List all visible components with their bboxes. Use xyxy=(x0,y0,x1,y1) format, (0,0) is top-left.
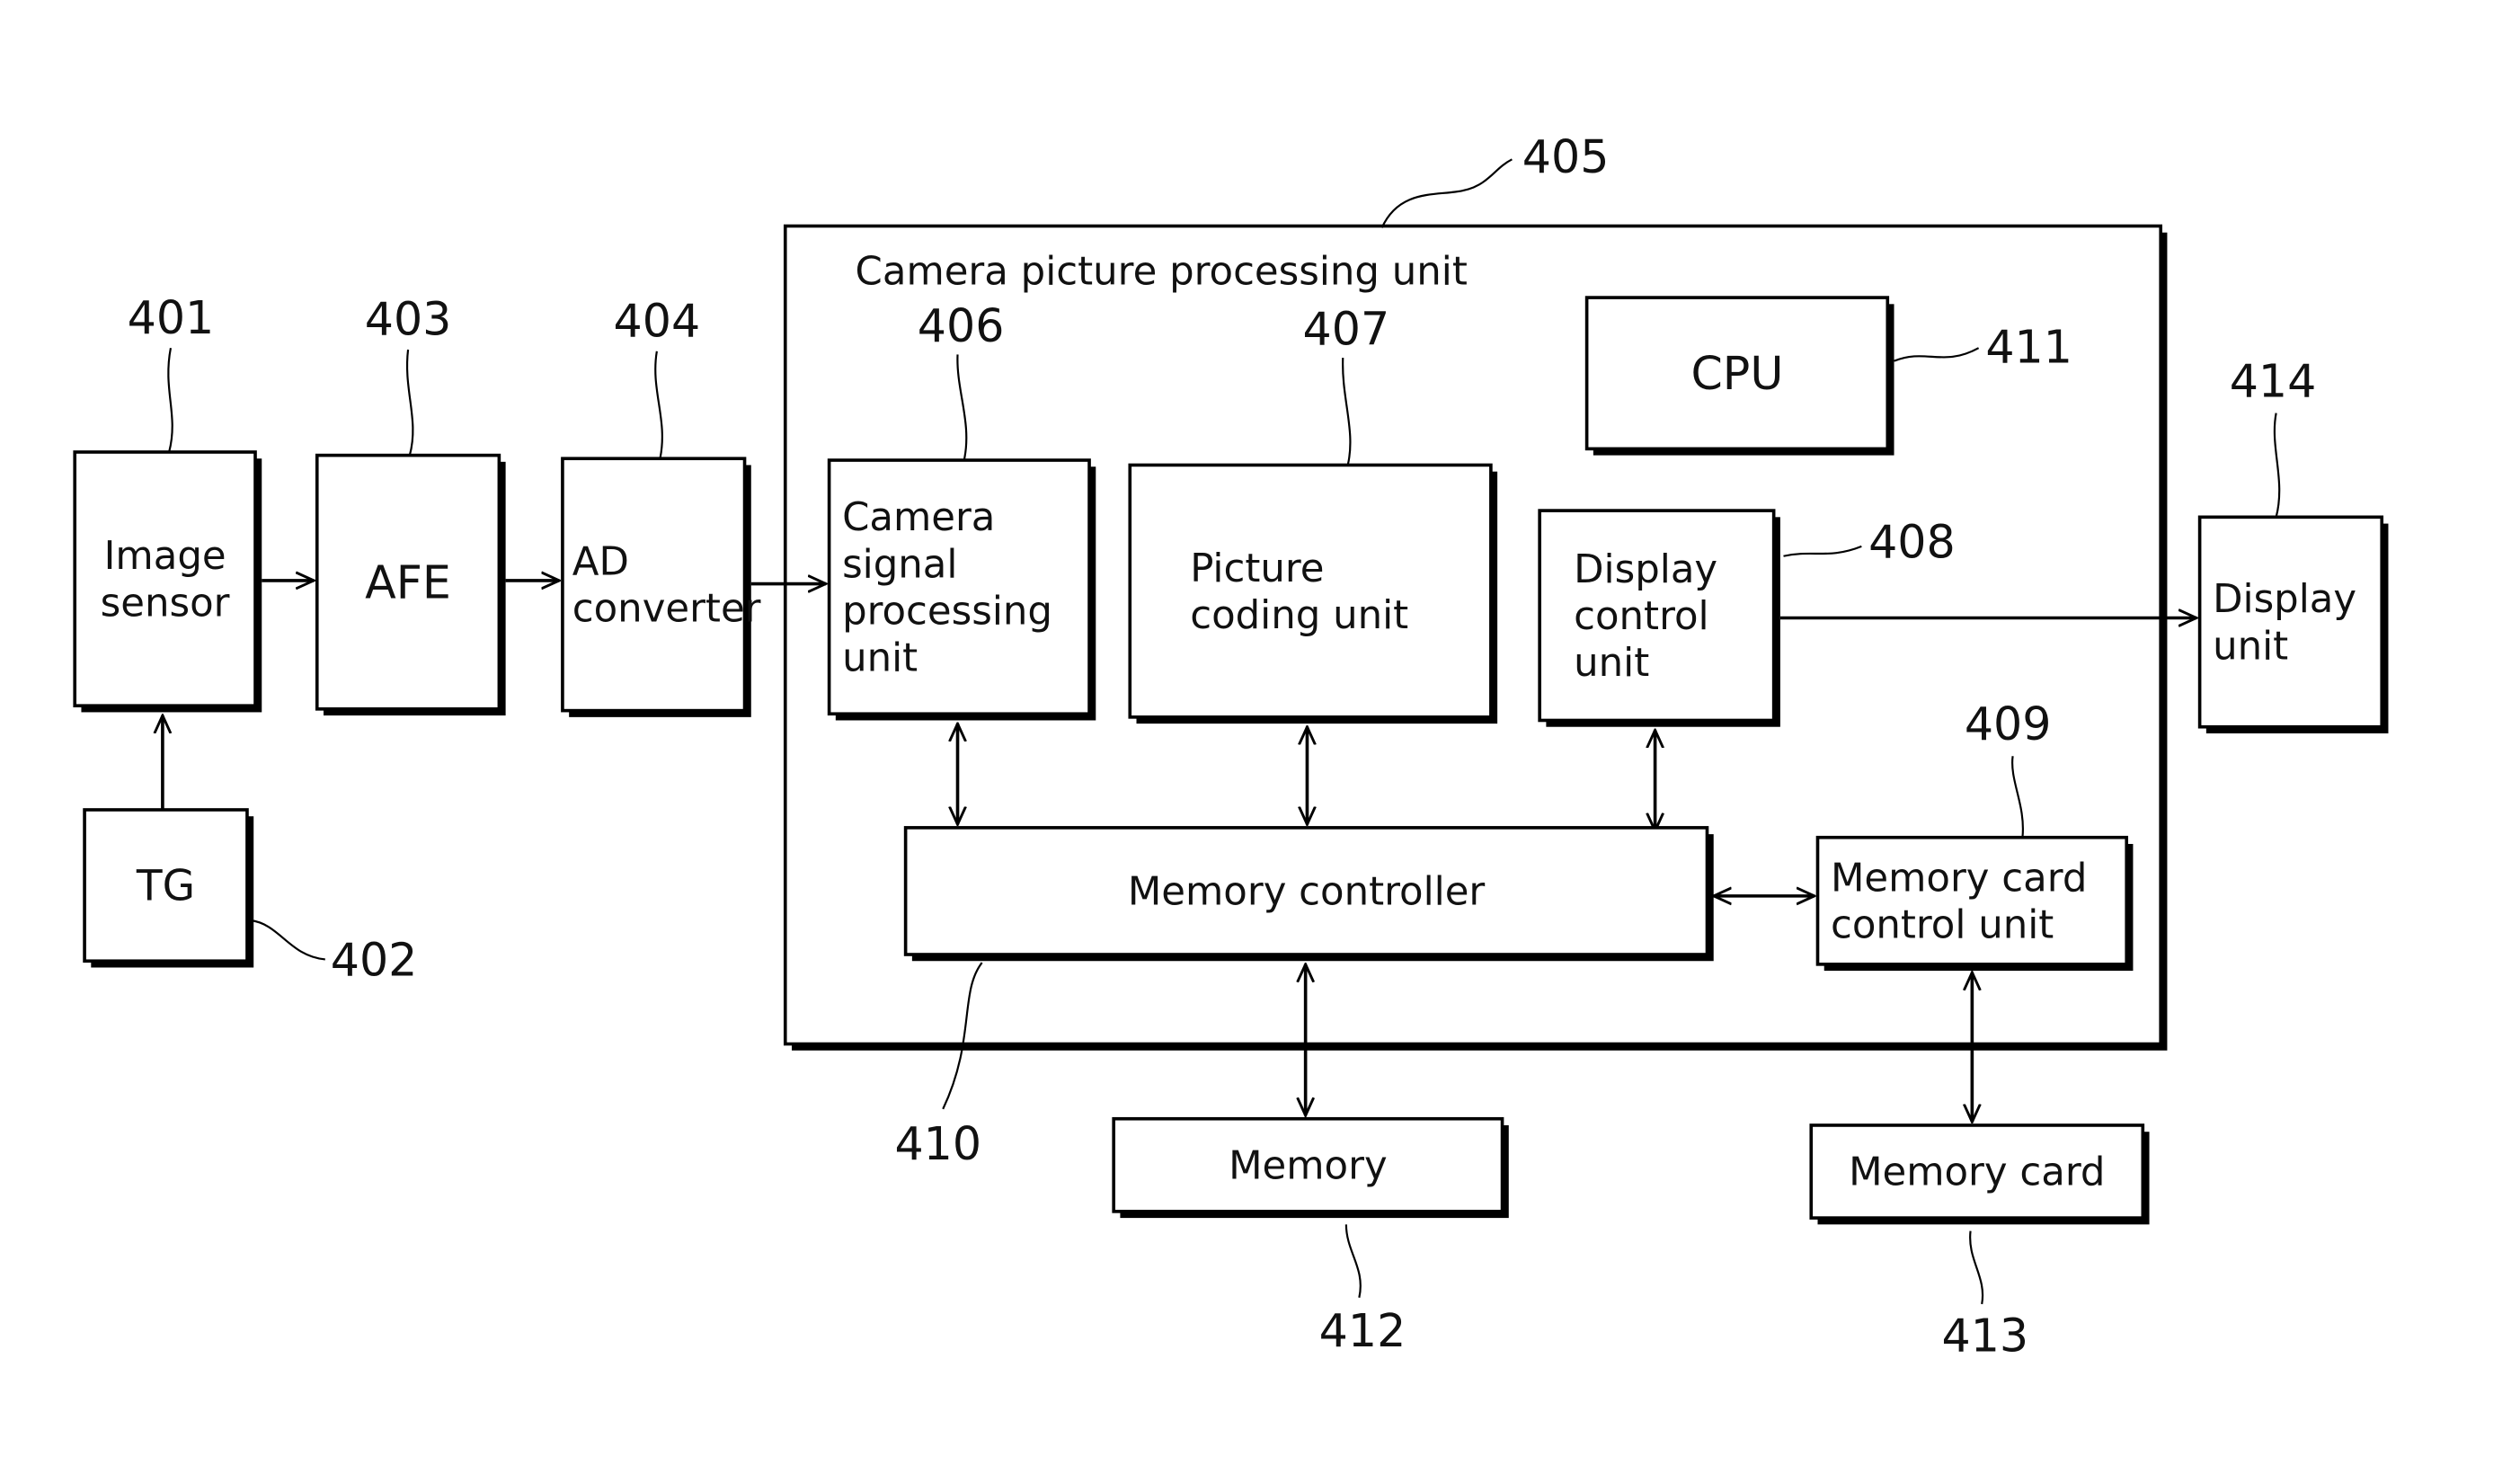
image-sensor-block: Imagesensor xyxy=(73,450,262,713)
block-diagram: Camera picture processing unit Imagesens… xyxy=(73,130,2389,1362)
picture-coding-unit-label: coding unit xyxy=(1190,593,1408,638)
ref-numeral-412: 412 xyxy=(1319,1304,1406,1357)
leader-line-404 xyxy=(654,351,663,459)
leader-line-412 xyxy=(1344,1224,1362,1298)
memory-card-control-unit-label: control unit xyxy=(1831,903,2054,948)
picture-coding-unit-block: Picturecoding unit xyxy=(1128,463,1498,724)
ref-numeral-409: 409 xyxy=(1965,697,2052,750)
memory-card-control-unit-block: Memory cardcontrol unit xyxy=(1815,835,2134,972)
leader-line-402 xyxy=(250,919,325,961)
image-sensor-label: Image xyxy=(104,534,226,579)
leader-line-413 xyxy=(1969,1230,1984,1305)
afe-block: AFE xyxy=(315,453,506,716)
ref-numeral-414: 414 xyxy=(2230,354,2317,407)
leader-line-403 xyxy=(405,349,414,456)
display-unit-label: Display xyxy=(2213,577,2356,622)
ref-numeral-413: 413 xyxy=(1941,1309,2028,1362)
afe-label: AFE xyxy=(365,555,451,608)
memory-label: Memory xyxy=(1229,1143,1388,1188)
image-sensor-label: sensor xyxy=(101,581,230,626)
memory-controller-label: Memory controller xyxy=(1128,870,1486,915)
ad-converter-label: AD xyxy=(572,540,629,585)
display-unit-label: unit xyxy=(2213,624,2288,669)
picture-coding-unit-label: Picture xyxy=(1190,546,1324,591)
memory-controller-block: Memory controller xyxy=(903,826,1714,962)
camera-signal-processing-unit-label: unit xyxy=(842,635,918,680)
tg-block: TG xyxy=(83,808,254,968)
display-unit-block: Displayunit xyxy=(2197,515,2389,733)
leader-line-414 xyxy=(2273,413,2281,518)
display-control-unit-label: unit xyxy=(1574,641,1649,686)
ref-numeral-407: 407 xyxy=(1303,303,1390,356)
camera-signal-processing-unit-label: processing xyxy=(842,589,1052,634)
camera-signal-processing-unit-label: Camera xyxy=(842,495,995,540)
leader-line-405 xyxy=(1380,158,1513,228)
memory-card-block: Memory card xyxy=(1809,1123,2150,1225)
ref-numeral-411: 411 xyxy=(1985,320,2072,373)
ref-numeral-404: 404 xyxy=(614,295,701,348)
memory-card-label: Memory card xyxy=(1849,1150,2105,1195)
ad-converter-label: converter xyxy=(572,587,761,632)
tg-label: TG xyxy=(136,862,195,911)
ref-numeral-403: 403 xyxy=(365,293,452,346)
ref-numeral-401: 401 xyxy=(128,291,215,344)
cpu-block: CPU xyxy=(1584,296,1894,456)
memory-card-control-unit-label: Memory card xyxy=(1831,856,2087,901)
memory-block: Memory xyxy=(1112,1116,1509,1219)
display-control-unit-block: Displaycontrolunit xyxy=(1538,509,1780,727)
ref-numeral-410: 410 xyxy=(894,1117,981,1170)
display-control-unit-label: Display xyxy=(1574,547,1717,592)
camera-signal-processing-unit-block: Camerasignalprocessingunit xyxy=(827,458,1096,721)
cpu-label: CPU xyxy=(1690,347,1783,400)
ref-numeral-402: 402 xyxy=(331,934,418,987)
display-control-unit-label: control xyxy=(1574,594,1708,639)
container-title: Camera picture processing unit xyxy=(856,250,1468,295)
ref-numeral-408: 408 xyxy=(1868,516,1956,569)
leader-line-401 xyxy=(167,347,173,453)
ref-numeral-405: 405 xyxy=(1522,130,1610,183)
ad-converter-block: ADconverter xyxy=(561,457,761,717)
camera-signal-processing-unit-label: signal xyxy=(842,542,957,587)
ref-numeral-406: 406 xyxy=(918,299,1005,352)
